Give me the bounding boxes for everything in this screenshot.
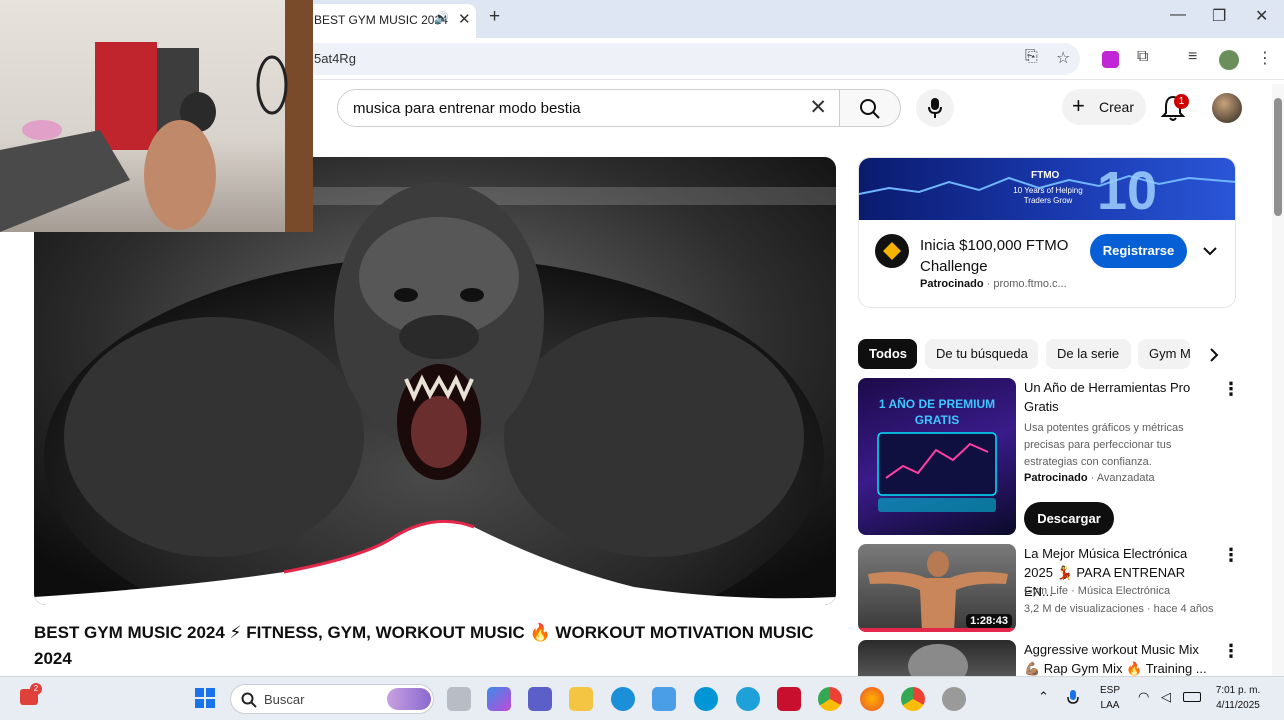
media-control-icon[interactable]: ≡ xyxy=(1188,48,1197,66)
tab-close-icon[interactable]: ✕ xyxy=(458,10,471,28)
extensions-puzzle-icon[interactable]: ⧉ xyxy=(1137,48,1148,66)
ad-meta: Patrocinado · promo.ftmo.c... xyxy=(920,278,1067,290)
search-highlight-image xyxy=(387,688,431,710)
ad-title[interactable]: Inicia $100,000 FTMO Challenge xyxy=(920,235,1080,277)
chip-gym[interactable]: Gym M xyxy=(1138,339,1190,369)
chip-de-tu-busqueda[interactable]: De tu búsqueda xyxy=(925,339,1038,369)
input-language-top[interactable]: ESP xyxy=(1098,685,1122,696)
teams-icon[interactable] xyxy=(528,687,552,711)
rec-title[interactable]: Un Año de Herramientas Pro Gratis xyxy=(1024,378,1216,416)
browser-menu-icon[interactable]: ⋮ xyxy=(1257,48,1273,68)
address-bar[interactable]: 5at4Rg xyxy=(300,43,1080,75)
firefox-icon[interactable] xyxy=(860,687,884,711)
download-button[interactable]: Descargar xyxy=(1024,502,1114,535)
clear-search-icon[interactable]: ✕ xyxy=(809,95,827,120)
edge-icon[interactable] xyxy=(611,687,635,711)
bookmark-star-icon[interactable]: ☆ xyxy=(1056,48,1070,68)
chip-de-la-serie[interactable]: De la serie xyxy=(1046,339,1131,369)
minimize-button[interactable]: — xyxy=(1170,6,1186,24)
recording-app-icon[interactable] xyxy=(942,687,966,711)
microphone-icon[interactable] xyxy=(1067,689,1079,707)
search-button[interactable] xyxy=(840,89,901,127)
taskbar-search-box[interactable]: Buscar xyxy=(230,684,434,714)
ad-card[interactable]: FTMO 10 Years of Helping Traders Grow 10… xyxy=(858,157,1236,308)
clock-date[interactable]: 4/11/2025 xyxy=(1208,700,1268,711)
rec-sponsor-line: Patrocinado · Avanzadata xyxy=(1024,472,1155,484)
clock-time[interactable]: 7:01 p. m. xyxy=(1208,685,1268,696)
ftmo-logo-icon xyxy=(883,242,901,260)
webcam-feed-image xyxy=(0,0,313,232)
audio-playing-icon[interactable]: 🔊 xyxy=(434,11,449,25)
account-avatar[interactable] xyxy=(1212,93,1242,123)
taskbar-badge: 2 xyxy=(30,683,42,695)
tab-title: BEST GYM MUSIC 2024 xyxy=(314,13,448,27)
microsoft-store-icon[interactable] xyxy=(652,687,676,711)
windows-start-icon[interactable] xyxy=(194,687,216,709)
rec-channel: Gym Life · Música Electrónica xyxy=(1024,585,1171,597)
ad-banner-subtitle: 10 Years of Helping Traders Grow xyxy=(1013,186,1083,205)
ad-banner-brand: FTMO xyxy=(1031,170,1060,181)
video-duration: 1:28:43 xyxy=(966,614,1012,628)
chip-todos[interactable]: Todos xyxy=(858,339,917,369)
ad-banner-image[interactable]: FTMO 10 Years of Helping Traders Grow 10 xyxy=(859,158,1235,221)
chrome-active-icon[interactable] xyxy=(901,687,925,711)
notification-count-badge: 1 xyxy=(1174,94,1189,109)
webcam-overlay xyxy=(0,0,313,232)
battery-icon[interactable] xyxy=(1183,692,1201,702)
close-window-button[interactable]: ✕ xyxy=(1255,6,1268,26)
voice-search-button[interactable] xyxy=(916,89,954,127)
task-view-icon[interactable] xyxy=(447,687,471,711)
rec-thumb-text: 1 AÑO DE PREMIUM GRATIS xyxy=(878,397,996,427)
rec-thumbnail[interactable] xyxy=(858,640,1016,676)
more-options-icon[interactable]: ⋮ xyxy=(1222,545,1240,566)
chrome-icon[interactable] xyxy=(818,687,842,711)
ftmo-logo[interactable] xyxy=(875,234,909,268)
rec-stats: 3,2 M de visualizaciones · hace 4 años xyxy=(1024,603,1214,615)
ad-register-button[interactable]: Registrarse xyxy=(1090,234,1187,268)
search-icon xyxy=(241,692,257,708)
gorilla-mini-thumbnail-image xyxy=(908,644,968,676)
create-label: Crear xyxy=(1099,99,1135,115)
ad-sponsored-label: Patrocinado xyxy=(920,278,984,290)
ad-domain: promo.ftmo.c... xyxy=(993,278,1067,290)
more-options-icon[interactable]: ⋮ xyxy=(1222,641,1240,662)
more-options-icon[interactable]: ⋮ xyxy=(1222,379,1240,400)
rec-title[interactable]: Aggressive workout Music Mix 💪🏽 Rap Gym … xyxy=(1024,640,1216,678)
file-explorer-icon[interactable] xyxy=(569,687,593,711)
windows-taskbar: 2 Buscar ⌃ ESP LAA ◠ ◁ 7:01 p. m. 4/11/2… xyxy=(0,676,1284,720)
search-input[interactable]: musica para entrenar modo bestia ✕ xyxy=(337,89,840,127)
volume-icon[interactable]: ◁ xyxy=(1161,689,1171,705)
create-button[interactable]: + Crear xyxy=(1062,89,1146,125)
rec-thumbnail[interactable]: 1 AÑO DE PREMIUM GRATIS xyxy=(858,378,1016,535)
copilot-icon[interactable] xyxy=(487,687,511,711)
input-language-bottom[interactable]: LAA xyxy=(1098,700,1122,711)
maximize-button[interactable]: ❐ xyxy=(1212,6,1226,26)
ad-banner-number: 10 xyxy=(1097,161,1158,221)
mcafee-icon[interactable] xyxy=(777,687,801,711)
chevron-down-icon[interactable] xyxy=(1201,242,1219,260)
rec-sponsored-label: Patrocinado xyxy=(1024,472,1088,484)
search-query: musica para entrenar modo bestia xyxy=(353,100,581,117)
taskbar-search-label: Buscar xyxy=(264,692,305,707)
search-icon xyxy=(860,99,880,119)
rec-thumbnail[interactable]: 1:28:43 xyxy=(858,544,1016,632)
video-title: BEST GYM MUSIC 2024 ⚡ FITNESS, GYM, WORK… xyxy=(34,623,814,668)
chevron-right-icon[interactable] xyxy=(1204,345,1224,365)
wifi-icon[interactable]: ◠ xyxy=(1138,689,1149,705)
rec-description: Usa potentes gráficos y métricas precisa… xyxy=(1024,422,1184,468)
update-app-icon[interactable] xyxy=(736,687,760,711)
scrollbar-thumb[interactable] xyxy=(1274,98,1282,216)
download-extension-icon[interactable] xyxy=(1102,51,1119,68)
browser-tab-active[interactable]: BEST GYM MUSIC 2024 🔊 ✕ xyxy=(300,4,476,38)
microphone-icon xyxy=(928,98,942,118)
profile-avatar-icon[interactable] xyxy=(1219,50,1239,70)
chevron-up-icon[interactable]: ⌃ xyxy=(1038,689,1049,705)
rec-advertiser: Avanzadata xyxy=(1096,472,1155,484)
address-url: 5at4Rg xyxy=(314,51,356,66)
new-tab-button[interactable]: + xyxy=(489,6,500,28)
plus-icon: + xyxy=(1072,93,1085,118)
install-app-icon[interactable]: ⎘ xyxy=(1025,48,1038,66)
hp-icon[interactable] xyxy=(694,687,718,711)
